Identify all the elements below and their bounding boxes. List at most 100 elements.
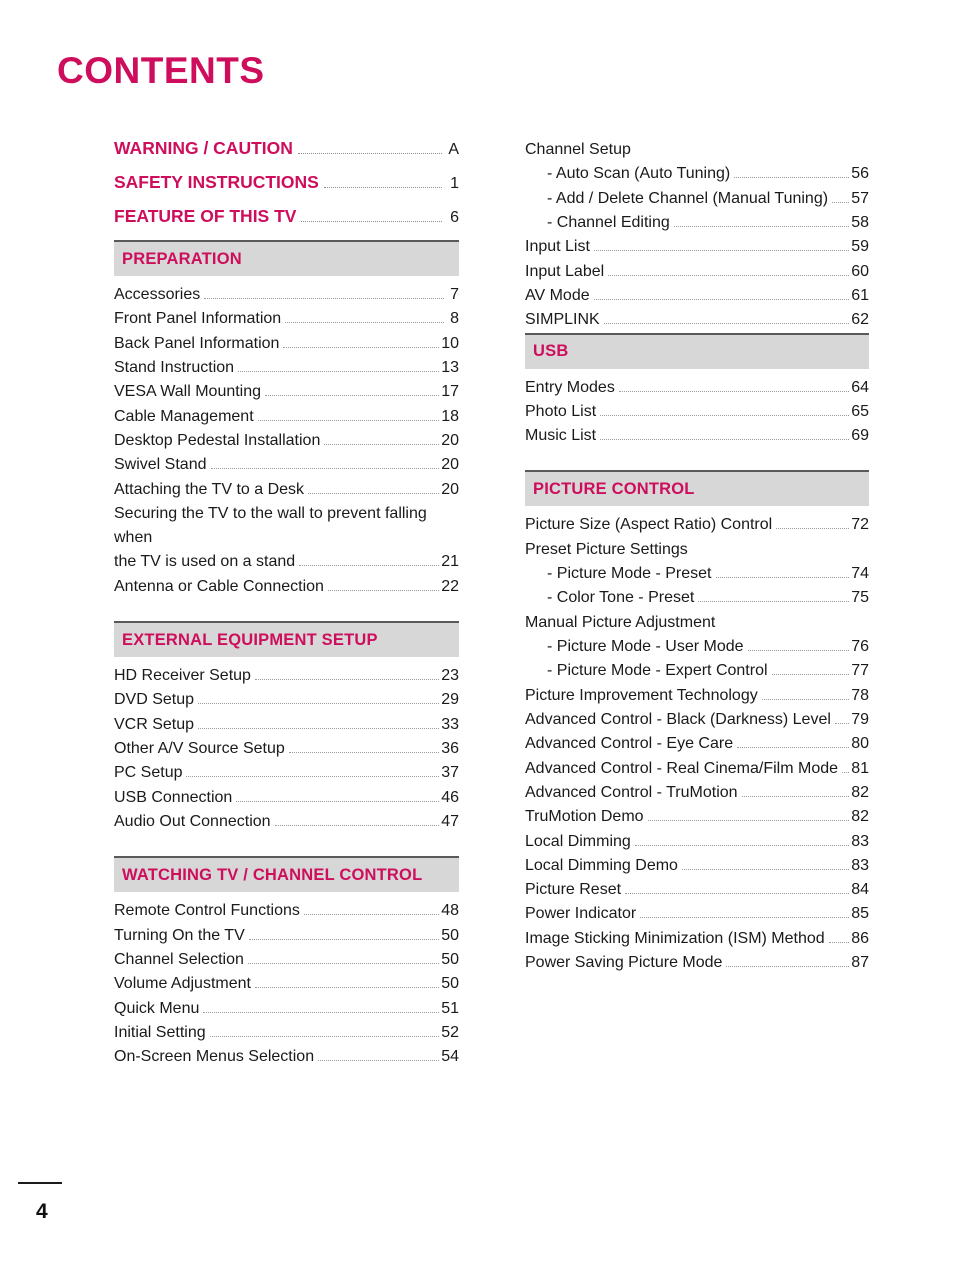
- toc-entry-page: 50: [441, 950, 459, 968]
- leader-dots: [209, 1035, 440, 1037]
- toc-entry[interactable]: Advanced Control - Eye Care 80: [525, 732, 869, 756]
- toc-entry[interactable]: Front Panel Information 8: [114, 307, 459, 331]
- toc-entry[interactable]: Other A/V Source Setup 36: [114, 737, 459, 761]
- toc-sub-entry[interactable]: - Picture Mode - User Mode 76: [525, 635, 869, 659]
- toc-entry[interactable]: SIMPLINK 62: [525, 308, 869, 332]
- section-header-band: WATCHING TV / CHANNEL CONTROL: [114, 858, 459, 893]
- leader-dots: [747, 650, 850, 651]
- section-header-band: PICTURE CONTROL: [525, 472, 869, 507]
- toc-entry[interactable]: VESA Wall Mounting 17: [114, 380, 459, 404]
- toc-entry[interactable]: On-Screen Menus Selection 54: [114, 1045, 459, 1069]
- continued-entry-list: Channel Setup - Auto Scan (Auto Tuning) 56…: [525, 138, 869, 333]
- toc-entry[interactable]: HD Receiver Setup 23: [114, 664, 459, 688]
- toc-entry[interactable]: Local Dimming 83: [525, 830, 869, 854]
- toc-entry-page: 79: [851, 710, 869, 728]
- toc-entry[interactable]: Audio Out Connection 47: [114, 810, 459, 834]
- toc-entry[interactable]: Input List 59: [525, 235, 869, 259]
- toc-entry[interactable]: Securing the TV to the wall to prevent f…: [114, 502, 459, 575]
- toc-entry[interactable]: TruMotion Demo 82: [525, 805, 869, 829]
- toc-entry-label: TruMotion Demo: [525, 808, 644, 826]
- toc-entry-page: 37: [441, 764, 459, 782]
- toc-sub-entry[interactable]: - Channel Editing 58: [525, 211, 869, 235]
- toc-entry[interactable]: AV Mode 61: [525, 284, 869, 308]
- toc-entry-page: 47: [441, 812, 459, 830]
- toc-entry[interactable]: Volume Adjustment 50: [114, 972, 459, 996]
- toc-entry[interactable]: Remote Control Functions 48: [114, 899, 459, 923]
- toc-sub-entry[interactable]: - Picture Mode - Expert Control 77: [525, 659, 869, 683]
- leader-dots: [297, 153, 442, 154]
- toc-entry[interactable]: Turning On the TV 50: [114, 924, 459, 948]
- toc-entry[interactable]: Power Saving Picture Mode 87: [525, 951, 869, 975]
- leader-dots: [737, 747, 850, 749]
- toc-entry[interactable]: PC Setup 37: [114, 761, 459, 785]
- toc-entry[interactable]: Quick Menu 51: [114, 997, 459, 1021]
- toc-entry-label: Channel Setup: [525, 141, 631, 158]
- toc-entry-label: Attaching the TV to a Desk: [114, 480, 305, 498]
- toc-sub-entry[interactable]: - Color Tone - Preset 75: [525, 586, 869, 610]
- toc-entry[interactable]: Input Label 60: [525, 260, 869, 284]
- toc-entry[interactable]: Channel Selection 50: [114, 948, 459, 972]
- toc-entry-page: 72: [851, 516, 869, 534]
- toc-entry-page: 64: [851, 378, 869, 396]
- toc-entry[interactable]: VCR Setup 33: [114, 713, 459, 737]
- toc-entry-page: 86: [851, 929, 869, 947]
- toc-entry-page: 83: [851, 832, 869, 850]
- toc-entry[interactable]: Stand Instruction 13: [114, 356, 459, 380]
- toc-entry[interactable]: Advanced Control - Real Cinema/Film Mode…: [525, 757, 869, 781]
- toc-entry[interactable]: Photo List 65: [525, 400, 869, 424]
- leader-dots: [323, 187, 442, 188]
- toc-sub-entry[interactable]: - Picture Mode - Preset 74: [525, 562, 869, 586]
- toc-entry[interactable]: Advanced Control - Black (Darkness) Leve…: [525, 708, 869, 732]
- toc-entry[interactable]: Antenna or Cable Connection 22: [114, 575, 459, 599]
- toc-entry-page: 20: [441, 480, 459, 498]
- leader-dots: [832, 201, 850, 203]
- toc-entry[interactable]: Back Panel Information 10: [114, 332, 459, 356]
- toc-entry-label: VESA Wall Mounting: [114, 383, 262, 401]
- toc-entry[interactable]: Music List 69: [525, 424, 869, 448]
- toc-entry[interactable]: Initial Setting 52: [114, 1021, 459, 1045]
- toc-toplevel-entry[interactable]: FEATURE OF THIS TV 6: [114, 206, 459, 228]
- leader-dots: [299, 565, 440, 567]
- toc-entry[interactable]: Image Sticking Minimization (ISM) Method…: [525, 927, 869, 951]
- toc-entry-label: On-Screen Menus Selection: [114, 1048, 315, 1066]
- section-header-band: USB: [525, 334, 869, 369]
- toc-entry-label: DVD Setup: [114, 691, 195, 709]
- toc-entry[interactable]: USB Connection 46: [114, 786, 459, 810]
- toc-entry[interactable]: Desktop Pedestal Installation 20: [114, 429, 459, 453]
- toc-entry-label: Front Panel Information: [114, 310, 282, 328]
- toc-entry[interactable]: Preset Picture Settings: [525, 538, 869, 562]
- toc-sub-entry[interactable]: - Add / Delete Channel (Manual Tuning) 57: [525, 187, 869, 211]
- leader-dots: [673, 225, 850, 227]
- toc-entry[interactable]: Local Dimming Demo 83: [525, 854, 869, 878]
- leader-dots: [288, 752, 440, 753]
- toc-entry[interactable]: Picture Improvement Technology 78: [525, 684, 869, 708]
- toc-entry[interactable]: Power Indicator 85: [525, 902, 869, 926]
- toc-entry[interactable]: DVD Setup 29: [114, 688, 459, 712]
- toc-section: PICTURE CONTROL Picture Size (Aspect Rati…: [525, 470, 869, 975]
- toc-entry[interactable]: Attaching the TV to a Desk 20: [114, 478, 459, 502]
- toc-entry-label: Remote Control Functions: [114, 902, 300, 920]
- toc-entry[interactable]: Channel Setup: [525, 138, 869, 162]
- toc-entry[interactable]: Entry Modes 64: [525, 376, 869, 400]
- toc-entry-page: 78: [851, 686, 869, 704]
- toc-entry[interactable]: Picture Reset 84: [525, 878, 869, 902]
- leader-dots: [681, 868, 850, 870]
- toc-toplevel-entry[interactable]: WARNING / CAUTION A: [114, 138, 459, 160]
- toc-entry[interactable]: Accessories 7: [114, 283, 459, 307]
- toc-entry[interactable]: Advanced Control - TruMotion 82: [525, 781, 869, 805]
- section-entries: Picture Size (Aspect Ratio) Control 72 Pre…: [525, 506, 869, 975]
- toc-entry-page: 56: [851, 165, 869, 183]
- leader-dots: [318, 1060, 440, 1062]
- toc-entry[interactable]: Swivel Stand 20: [114, 453, 459, 477]
- toc-entry-label: - Color Tone - Preset: [547, 589, 695, 607]
- toc-entry[interactable]: Manual Picture Adjustment: [525, 611, 869, 635]
- toc-sub-entry[interactable]: - Auto Scan (Auto Tuning) 56: [525, 162, 869, 186]
- toc-entry-label: SAFETY INSTRUCTIONS: [114, 172, 319, 192]
- toc-entry-label: SIMPLINK: [525, 311, 600, 329]
- toc-entry[interactable]: Cable Management 18: [114, 405, 459, 429]
- toc-toplevel-entry[interactable]: SAFETY INSTRUCTIONS 1: [114, 172, 459, 194]
- leader-dots: [204, 298, 444, 299]
- contents-page: CONTENTS WARNING / CAUTION A SAFETY INSTRU…: [0, 0, 954, 1272]
- toc-section: PREPARATION Accessories 7 Front Panel Infor…: [114, 240, 459, 599]
- toc-entry[interactable]: Picture Size (Aspect Ratio) Control 72: [525, 513, 869, 537]
